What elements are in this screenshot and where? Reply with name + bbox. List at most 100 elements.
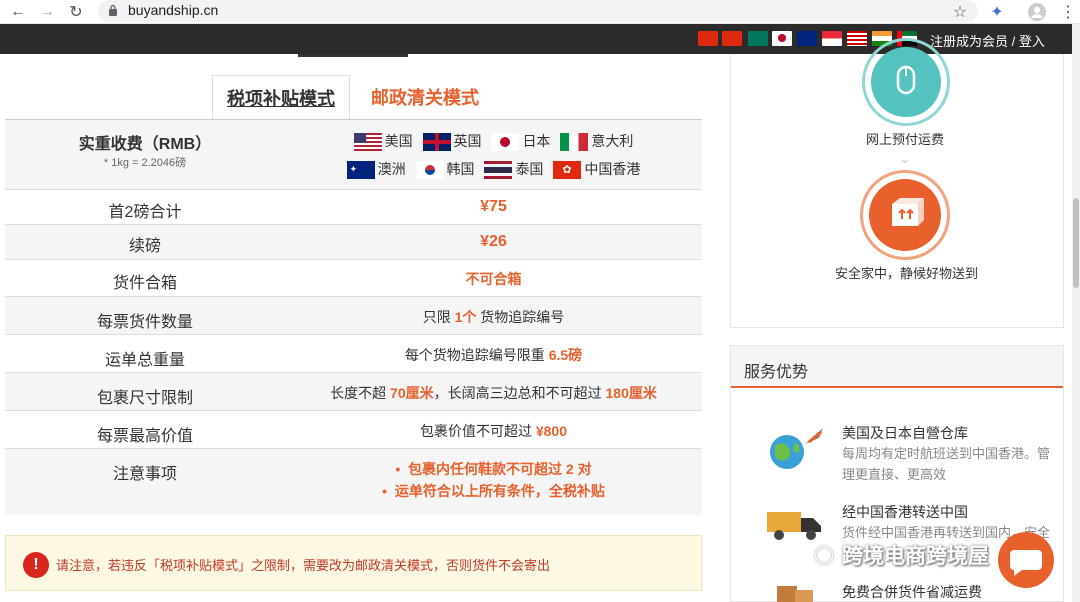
wechat-icon: ◯: [814, 544, 835, 564]
star-icon[interactable]: ☆: [949, 1, 971, 23]
feature-desc: 每周均有定时航班送到中国香港。管理更直接、更高效: [842, 446, 1051, 482]
note-item: • 运单符合以上所有条件，全税补贴: [382, 483, 605, 499]
row-value: 每个货物追踪编号限重 6.5磅: [285, 345, 702, 365]
cut-heading: [298, 54, 408, 57]
reload-icon[interactable]: ↻: [66, 2, 86, 22]
row-label: 每票最高价值: [96, 428, 193, 445]
row-label: 包裹尺寸限制: [96, 390, 193, 407]
flag-hk-icon[interactable]: [722, 31, 742, 46]
forward-icon[interactable]: →: [37, 2, 57, 22]
value-highlight: 180厘米: [605, 385, 657, 401]
country-label: 美国: [384, 133, 413, 149]
scrollbar-thumb[interactable]: [1073, 198, 1079, 288]
extension-icon[interactable]: ✦: [986, 1, 1008, 23]
services-header: 服务优势: [731, 346, 1063, 388]
services-title: 服务优势: [744, 364, 809, 381]
value-highlight: 70厘米: [390, 385, 434, 401]
value-highlight: ¥800: [535, 423, 568, 439]
header-label: 实重收费（RMB）: [78, 136, 212, 153]
country-list-2: ✦ 澳洲 韩国 泰国 ✿ 中国香港: [285, 159, 702, 180]
watermark-text: 跨境电商跨境屋: [842, 545, 989, 568]
row-value: 长度不超 70厘米，长阔高三边总和不可超过 180厘米: [285, 383, 702, 403]
feature-title: 经中国香港转送中国: [842, 504, 968, 520]
row-value: 包裹价值不可超过 ¥800: [285, 421, 702, 441]
flag-my-icon[interactable]: [847, 31, 867, 46]
flag-it-icon: [560, 133, 589, 152]
table-row: 注意事项 • 包裹内任何鞋款不可超过 2 对 • 运单符合以上所有条件，全税补贴: [5, 449, 702, 515]
value-text: ，长阔高三边总和不可超过: [433, 385, 602, 401]
boxes-icon: [777, 586, 813, 602]
chat-button[interactable]: [998, 532, 1054, 588]
table-row: 运单总重量 每个货物追踪编号限重 6.5磅: [5, 335, 702, 373]
row-value: 只限 1个 货物追踪编号: [285, 307, 702, 327]
country-label: 泰国: [515, 161, 544, 177]
row-value: ¥75: [480, 198, 507, 215]
table-header-row: 实重收费（RMB） * 1kg = 2.2046磅 美国 英国 日本 意大利 ✦…: [5, 120, 702, 190]
table-row: 每票货件数量 只限 1个 货物追踪编号: [5, 297, 702, 335]
value-text: 长度不超: [330, 385, 387, 401]
table-row: 货件合箱 不可合箱: [5, 260, 702, 297]
country-label: 意大利: [591, 133, 634, 149]
note-item: • 包裹内任何鞋款不可超过 2 对: [395, 461, 592, 477]
country-label: 中国香港: [584, 161, 641, 177]
flag-sg-icon[interactable]: [822, 31, 842, 46]
value-text: 货物追踪编号: [480, 309, 565, 325]
flag-jp-icon: [491, 133, 520, 152]
flag-us-icon: [353, 133, 382, 152]
flag-jp-icon[interactable]: [772, 31, 792, 46]
flag-th-icon: [484, 161, 513, 180]
flag-au-icon: ✦: [346, 161, 375, 180]
country-label: 澳洲: [377, 161, 406, 177]
warning-notice: ! 请注意，若违反「税项补贴模式」之限制，需要改为邮政清关模式，否则货件不会寄出: [5, 535, 702, 591]
mouse-icon: [862, 38, 950, 126]
browser-toolbar: ← → ↻ buyandship.cn ☆ ✦ ⋮: [0, 0, 1080, 24]
value-text: 只限: [422, 309, 451, 325]
note-text: 包裹内任何鞋款不可超过 2 对: [408, 461, 592, 477]
value-text: 包裹价值不可超过: [419, 423, 532, 439]
flag-au-icon[interactable]: [797, 31, 817, 46]
scrollbar-track[interactable]: [1072, 24, 1080, 602]
value-highlight: 1个: [454, 309, 477, 325]
flag-kr-icon: [415, 161, 444, 180]
row-value: 不可合箱: [465, 271, 522, 287]
alert-icon: !: [23, 552, 49, 578]
country-label: 韩国: [446, 161, 475, 177]
table-row: 包裹尺寸限制 长度不超 70厘米，长阔高三边总和不可超过 180厘米: [5, 373, 702, 411]
globe-rocket-icon: [770, 428, 823, 469]
truck-icon: [767, 512, 821, 540]
step-prepay-label: 网上预付运费: [866, 132, 945, 147]
value-highlight: 6.5磅: [548, 347, 583, 363]
row-label: 续磅: [128, 238, 161, 255]
feature-title: 免费合併货件省减运费: [842, 584, 982, 600]
note-text: 运单符合以上所有条件，全税补贴: [394, 483, 605, 499]
row-label: 首2磅合计: [108, 204, 182, 221]
profile-avatar-icon[interactable]: [1026, 1, 1048, 23]
row-label: 每票货件数量: [96, 314, 193, 331]
table-row: 每票最高价值 包裹价值不可超过 ¥800: [5, 411, 702, 449]
row-value: ¥26: [480, 233, 507, 250]
row-label: 运单总重量: [104, 352, 185, 369]
pricing-table: 实重收费（RMB） * 1kg = 2.2046磅 美国 英国 日本 意大利 ✦…: [5, 119, 702, 515]
flag-cn-icon[interactable]: [698, 31, 718, 46]
menu-dots-icon[interactable]: ⋮: [1057, 1, 1079, 23]
step-delivery-label: 安全家中，静候好物送到: [835, 266, 979, 281]
flag-hk-icon: ✿: [553, 161, 582, 180]
address-bar[interactable]: [98, 0, 978, 22]
row-label: 注意事项: [112, 466, 177, 483]
country-list-1: 美国 英国 日本 意大利: [285, 131, 702, 152]
table-row: 续磅 ¥26: [5, 225, 702, 260]
notice-text: 请注意，若违反「税项补贴模式」之限制，需要改为邮政清关模式，否则货件不会寄出: [56, 558, 551, 573]
flag-uk-icon: [422, 133, 451, 152]
header-subnote: * 1kg = 2.2046磅: [103, 157, 187, 169]
lock-icon: [109, 4, 117, 16]
tab-postal-clearance[interactable]: 邮政清关模式: [352, 75, 498, 119]
country-label: 英国: [453, 133, 482, 149]
chevron-down-icon: ⌄: [899, 150, 911, 166]
back-icon[interactable]: ←: [8, 2, 28, 22]
flag-mo-icon[interactable]: [748, 31, 768, 46]
url-text[interactable]: buyandship.cn: [128, 2, 218, 18]
tab-tax-subsidy[interactable]: 税项补贴模式: [212, 75, 350, 119]
register-login-link[interactable]: 注册成为会员 / 登入: [930, 31, 1045, 50]
table-row: 首2磅合计 ¥75: [5, 190, 702, 225]
feature-title: 美国及日本自營仓库: [842, 425, 968, 441]
